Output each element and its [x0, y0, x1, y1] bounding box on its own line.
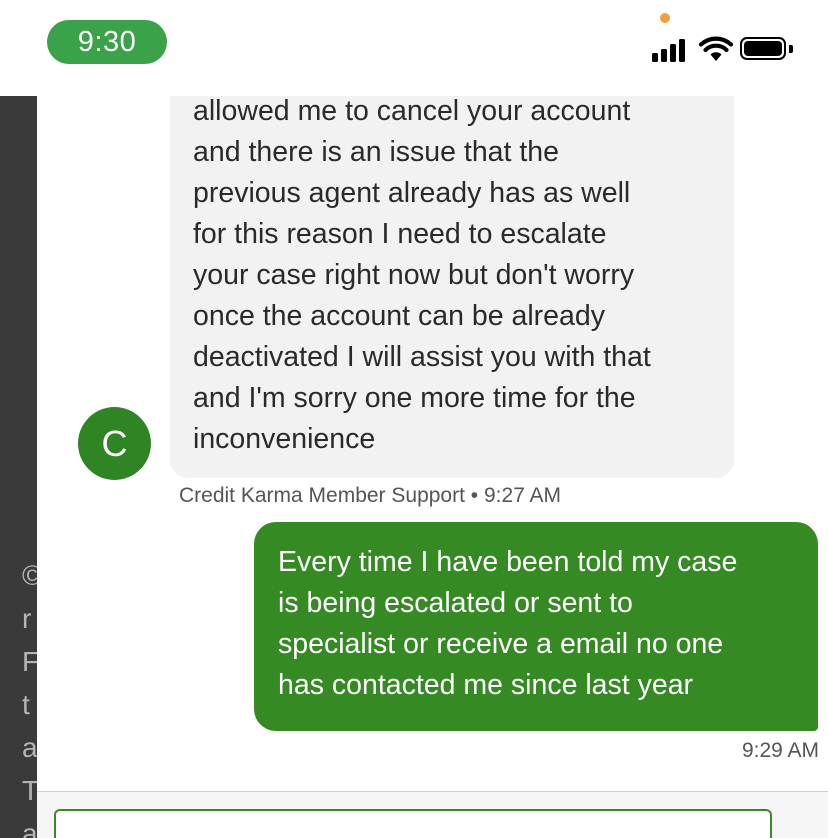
background-text-fragment: t [22, 689, 30, 720]
meta-separator: • [470, 484, 479, 507]
user-message-bubble: Every time I have been told my case is b… [254, 522, 818, 731]
message-line: and I'm sorry one more time for the [193, 382, 636, 414]
status-bar: 9:30 [0, 0, 828, 96]
agent-avatar: C [78, 407, 151, 480]
agent-message-meta: Credit Karma Member Support • 9:27 AM [179, 484, 561, 508]
cellular-signal-icon [652, 38, 692, 62]
message-line: and there is an issue that the [193, 136, 559, 168]
battery-cap-icon [789, 45, 793, 53]
message-line: specialist or receive a email no one [278, 628, 724, 660]
background-text-fragment: a [22, 732, 37, 763]
background-text-fragment: © [22, 560, 37, 591]
message-line: deactivated I will assist you with that [193, 341, 651, 373]
message-line: is being escalated or sent to [278, 587, 633, 619]
message-line: once the account can be already [193, 300, 605, 332]
message-composer [37, 792, 828, 838]
wifi-icon [699, 36, 733, 61]
chat-panel[interactable]: allowed me to cancel your account and th… [37, 96, 828, 838]
background-page-overlay: © r F t a T a [0, 96, 37, 838]
message-line: previous agent already has as well [193, 177, 631, 209]
message-input[interactable] [54, 809, 772, 838]
agent-sender-name: Credit Karma Member Support [179, 484, 465, 507]
agent-message-bubble: allowed me to cancel your account and th… [170, 96, 734, 478]
message-line: allowed me to cancel your account [193, 96, 631, 127]
message-line: Every time I have been told my case [278, 546, 738, 578]
battery-icon [740, 37, 786, 60]
privacy-indicator-dot [660, 13, 670, 23]
background-text-fragment: a [22, 818, 37, 838]
background-text-fragment: r [22, 603, 32, 634]
background-text-fragment: T [22, 775, 37, 806]
agent-message-time: 9:27 AM [484, 484, 562, 507]
message-line: your case right now but don't worry [193, 259, 635, 291]
message-line: for this reason I need to escalate [193, 218, 607, 250]
background-text-fragment: F [22, 646, 37, 677]
message-line: inconvenience [193, 423, 376, 455]
user-message-time: 9:29 AM [741, 739, 819, 762]
message-line: has contacted me since last year [278, 669, 694, 701]
status-time: 9:30 [47, 20, 167, 64]
